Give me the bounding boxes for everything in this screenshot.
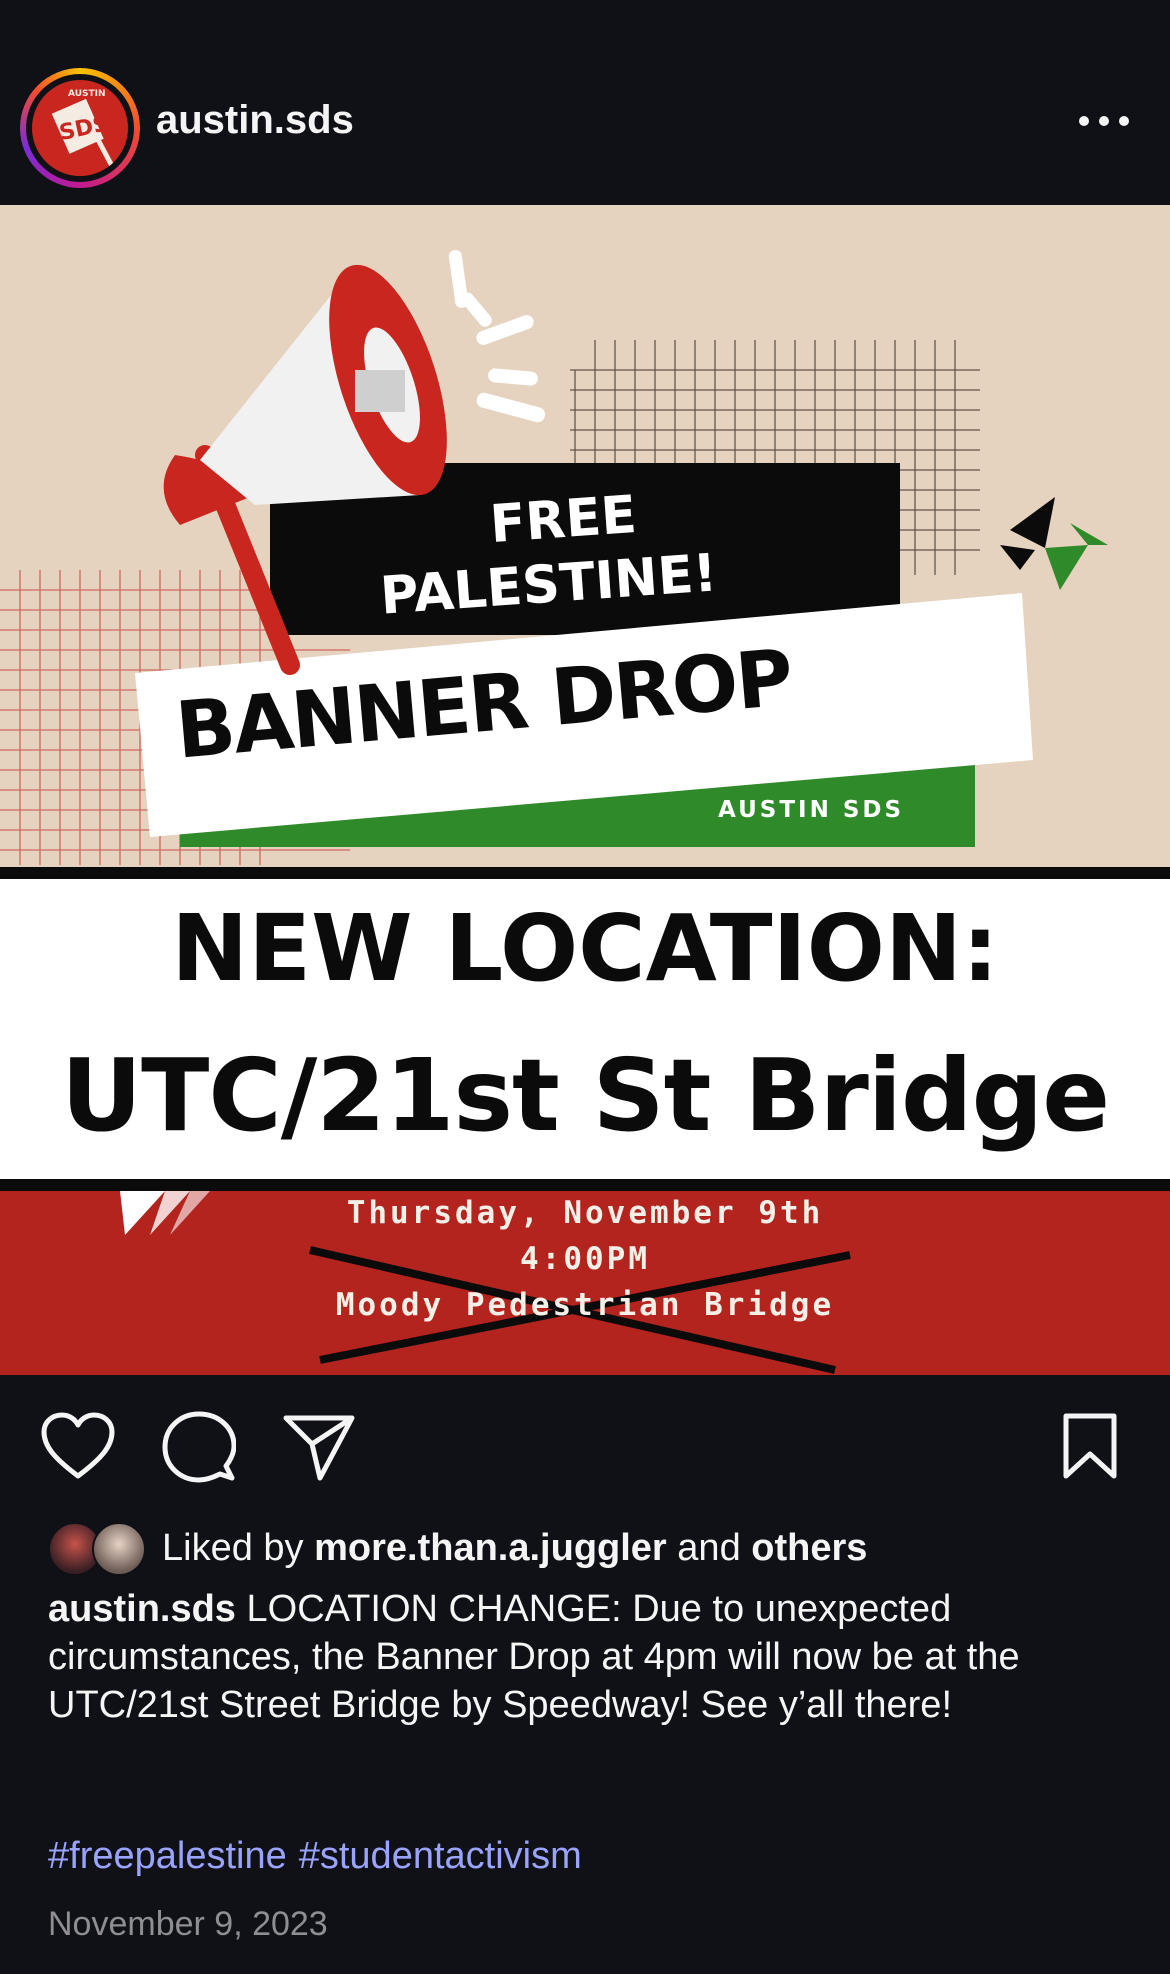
liker-username[interactable]: more.than.a.juggler (314, 1527, 667, 1570)
caption: austin.sds LOCATION CHANGE: Due to unexp… (48, 1585, 1128, 1729)
post-image[interactable]: FREE PALESTINE! BANNER DROP AUSTIN SDS N… (0, 205, 1170, 1375)
headline-bridge: UTC/21st St Bridge (60, 1037, 1110, 1154)
likes-joiner: and (677, 1526, 741, 1569)
hashtag-link[interactable]: #freepalestine (48, 1835, 287, 1877)
comment-icon[interactable] (162, 1410, 236, 1484)
heart-icon[interactable] (40, 1412, 116, 1482)
likes-others[interactable]: others (751, 1527, 867, 1570)
hashtag-link[interactable]: #studentactivism (299, 1835, 582, 1877)
send-icon[interactable] (282, 1410, 356, 1484)
avatar (92, 1522, 146, 1576)
org-text: AUSTIN SDS (718, 797, 905, 823)
sds-logo: SDS AUSTIN (32, 80, 128, 176)
hashtags: #freepalestine #studentactivism (48, 1835, 594, 1878)
event-time: 4:00PM (520, 1241, 650, 1277)
profile-avatar[interactable]: SDS AUSTIN (20, 68, 140, 188)
likes-prefix: Liked by (162, 1526, 304, 1569)
more-horizontal-icon (1079, 116, 1129, 126)
post-header: SDS AUSTIN austin.sds (0, 0, 1170, 205)
post-date: November 9, 2023 (48, 1905, 328, 1943)
likes-row[interactable]: Liked by more.than.a.juggler and others (48, 1520, 867, 1576)
username[interactable]: austin.sds (156, 98, 354, 143)
more-options-button[interactable] (1076, 106, 1132, 136)
bookmark-icon[interactable] (1060, 1412, 1120, 1482)
event-place: Moody Pedestrian Bridge (335, 1287, 835, 1323)
event-date: Thursday, November 9th (346, 1195, 824, 1231)
caption-username[interactable]: austin.sds (48, 1588, 236, 1630)
liker-avatars (48, 1522, 154, 1576)
avatar-ring-text: AUSTIN (68, 89, 106, 99)
headline-new-location: NEW LOCATION: (171, 895, 999, 1002)
action-bar (0, 1400, 1170, 1490)
free-text: FREE (488, 484, 639, 556)
